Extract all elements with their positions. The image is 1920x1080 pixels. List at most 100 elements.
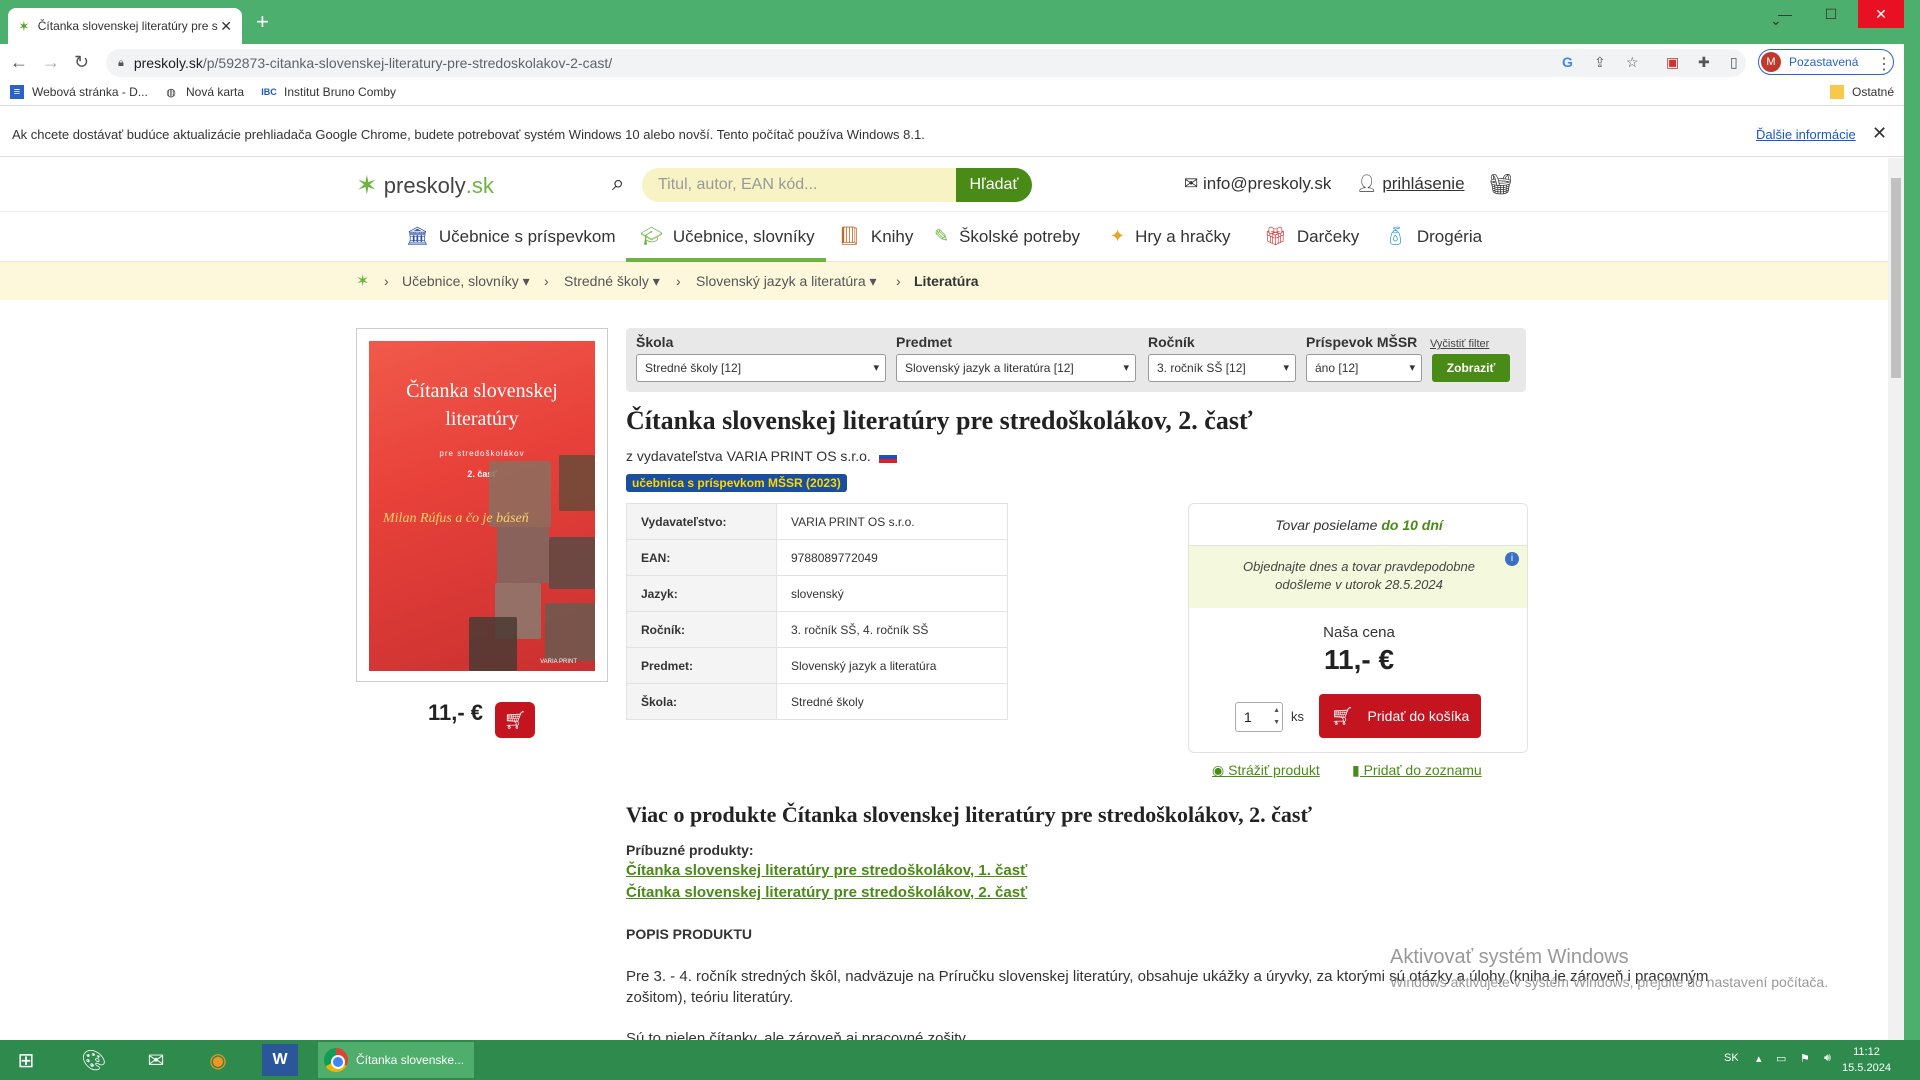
bookmark-item[interactable]: ≡ Webová stránka - D... [10, 85, 148, 99]
price-box: Tovar posielame do 10 dní Objednajte dne… [1188, 503, 1528, 753]
subsidy-badge: učebnica s príspevkom MŠSR (2023) [626, 474, 847, 492]
firefox-icon[interactable]: ◉ [200, 1044, 236, 1076]
site-favicon-icon: ✶ [18, 17, 30, 34]
side-panel-icon[interactable]: ▯ [1730, 54, 1738, 71]
book-icon: 📕︎ [838, 226, 861, 246]
nav-item-gifts[interactable]: 🎁︎ Darčeky [1264, 226, 1359, 247]
thunderbird-icon[interactable]: ✉ [138, 1044, 174, 1076]
chevron-down-icon: ▾ [1409, 362, 1415, 374]
grade-select[interactable]: 3. ročník SŠ [12] ▾ [1148, 354, 1296, 382]
main-nav: 🏛︎ Učebnice s príspevkom 🎓︎ Učebnice, slov… [0, 212, 1888, 262]
browser-tab[interactable]: ✶ Čítanka slovenskej literatúry pre s ✕ [8, 8, 242, 44]
related-product-link[interactable]: Čítanka slovenskej literatúry pre stredo… [626, 862, 1027, 879]
gift-icon: 🎁︎ [1264, 226, 1287, 246]
basket-icon[interactable]: 🧺︎ [1488, 172, 1513, 197]
reload-icon[interactable]: ↻ [74, 52, 89, 73]
site-logo[interactable]: ✶ preskoly .sk [356, 170, 494, 201]
breadcrumb: ✶ › Učebnice, slovníky ▾ › Stredné školy… [0, 262, 1888, 300]
quantity-unit: ks [1291, 709, 1304, 724]
bookmark-star-icon[interactable]: ☆ [1626, 54, 1639, 71]
url-host: preskoly.sk [133, 55, 203, 71]
share-icon[interactable]: ⇪ [1594, 54, 1606, 71]
ibc-icon: IBC [261, 87, 277, 97]
contact-email[interactable]: ✉ info@preskoly.sk [1184, 174, 1331, 194]
flag-icon[interactable]: ⚑ [1800, 1052, 1810, 1065]
eye-icon: ◉ [1212, 762, 1229, 778]
clock[interactable]: 11:12 15.5.2024 [1842, 1044, 1891, 1076]
add-to-cart-small-button[interactable]: 🛒︎ [495, 702, 535, 738]
windows-activation-watermark-sub: Windows aktivujete v systém Windows, pre… [1390, 974, 1829, 990]
scrollbar-thumb[interactable] [1891, 178, 1901, 378]
logo-icon: ✶ [356, 170, 378, 200]
breadcrumb-item[interactable]: Slovenský jazyk a literatúra ▾ [696, 273, 877, 290]
shipping-info: Tovar posielame do 10 dní [1189, 504, 1527, 546]
infobar-more-link[interactable]: Ďalšie informácie [1756, 127, 1856, 142]
folder-icon [1830, 85, 1844, 99]
page-scrollbar[interactable] [1888, 158, 1904, 1040]
forward-icon[interactable]: → [42, 52, 60, 73]
close-window-button[interactable]: ✕ [1858, 0, 1904, 28]
publisher-line: z vydavateľstva VARIA PRINT OS s.r.o. [626, 448, 897, 464]
cover-portrait [545, 603, 595, 661]
add-to-cart-button[interactable]: 🛒︎ Pridať do košíka [1319, 694, 1481, 738]
quantity-stepper[interactable]: 1 ▲ ▼ [1235, 702, 1283, 732]
network-icon[interactable]: ▭ [1776, 1052, 1786, 1065]
other-bookmarks[interactable]: Ostatné [1830, 85, 1894, 99]
table-row: Jazyk: slovenský [626, 575, 1008, 612]
profile-button[interactable]: M Pozastavená [1758, 49, 1894, 75]
table-row: Vydavateľstvo: VARIA PRINT OS s.r.o. [626, 503, 1008, 540]
tab-close-icon[interactable]: ✕ [220, 18, 232, 35]
clear-filter-link[interactable]: Vyčistiť filter [1430, 338, 1489, 350]
extensions-icon[interactable]: ✚ [1698, 54, 1710, 71]
info-icon[interactable]: i [1505, 552, 1519, 566]
nav-item-drugstore[interactable]: 🧴︎ Drogéria [1384, 226, 1482, 247]
table-row: Predmet: Slovenský jazyk a literatúra [626, 647, 1008, 684]
bookmark-item[interactable]: ◍ Nová karta [164, 85, 244, 99]
filter-label-school: Škola [636, 334, 674, 350]
google-translate-icon[interactable]: G [1562, 54, 1573, 70]
show-button[interactable]: Zobraziť [1432, 354, 1510, 382]
cart-icon: 🛒︎ [503, 709, 527, 730]
subsidy-select[interactable]: áno [12] ▾ [1306, 354, 1422, 382]
new-tab-button[interactable]: + [256, 11, 269, 33]
nav-item-subsidized-textbooks[interactable]: 🏛︎ Učebnice s príspevkom [406, 226, 616, 247]
chrome-icon [324, 1048, 348, 1072]
windows-start-icon[interactable]: ⊞ [8, 1044, 44, 1076]
related-product-link[interactable]: Čítanka slovenskej literatúry pre stredo… [626, 884, 1027, 901]
word-icon[interactable]: W [262, 1044, 298, 1076]
search-input[interactable]: Titul, autor, EAN kód... [642, 168, 958, 202]
login-link[interactable]: 👤︎ prihlásenie [1356, 174, 1465, 194]
stepper-arrows-icon[interactable]: ▲ ▼ [1273, 705, 1280, 729]
watch-product-link[interactable]: ◉ Strážiť produkt [1212, 762, 1320, 779]
product-image[interactable]: Čítanka slovenskej literatúry pre stredo… [356, 328, 608, 682]
nav-item-school-supplies[interactable]: ✎ Školské potreby [934, 226, 1080, 247]
school-select[interactable]: Stredné školy [12] ▾ [636, 354, 886, 382]
nav-item-books[interactable]: 📕︎ Knihy [838, 226, 913, 247]
language-indicator[interactable]: SK [1724, 1052, 1739, 1064]
bookmark-icon: ▮ [1352, 762, 1364, 778]
nav-item-textbooks[interactable]: 🎓︎ Učebnice, slovníky [640, 226, 815, 247]
chrome-taskbar-button[interactable]: Čítanka slovenske... [318, 1042, 474, 1078]
breadcrumb-item[interactable]: Učebnice, slovníky ▾ [402, 273, 530, 290]
maximize-button[interactable]: ☐ [1808, 0, 1854, 28]
add-to-list-link[interactable]: ▮ Pridať do zoznamu [1352, 762, 1482, 779]
bookmark-item[interactable]: IBC Institut Bruno Comby [261, 85, 396, 99]
home-icon[interactable]: ✶ [356, 271, 369, 291]
breadcrumb-item[interactable]: Stredné školy ▾ [564, 273, 660, 290]
search-button[interactable]: Hľadať [956, 168, 1032, 202]
slovak-flag-icon [878, 451, 897, 464]
paint-icon[interactable]: 🎨︎ [76, 1044, 112, 1076]
browser-menu-icon[interactable]: ⋮ [1876, 54, 1892, 74]
back-icon[interactable]: ← [10, 52, 28, 73]
minimize-button[interactable]: — [1762, 0, 1808, 28]
address-bar[interactable]: 🔒︎ preskoly.sk/p/592873-citanka-slovensk… [106, 49, 1746, 77]
volume-icon[interactable]: 🔊︎ [1824, 1052, 1831, 1065]
filter-label-subsidy: Príspevok MŠSR [1306, 334, 1418, 350]
nav-item-games[interactable]: ✦ Hry a hračky [1110, 226, 1231, 247]
description-text-2: Sú to nielen čítanky, ale zároveň aj pra… [626, 1030, 969, 1040]
infobar-close-icon[interactable]: ✕ [1872, 123, 1887, 144]
pdf-extension-icon[interactable]: ▣ [1666, 54, 1679, 71]
tray-up-icon[interactable]: ▴ [1756, 1052, 1762, 1065]
subject-select[interactable]: Slovenský jazyk a literatúra [12] ▾ [896, 354, 1136, 382]
cover-portrait [549, 537, 595, 589]
